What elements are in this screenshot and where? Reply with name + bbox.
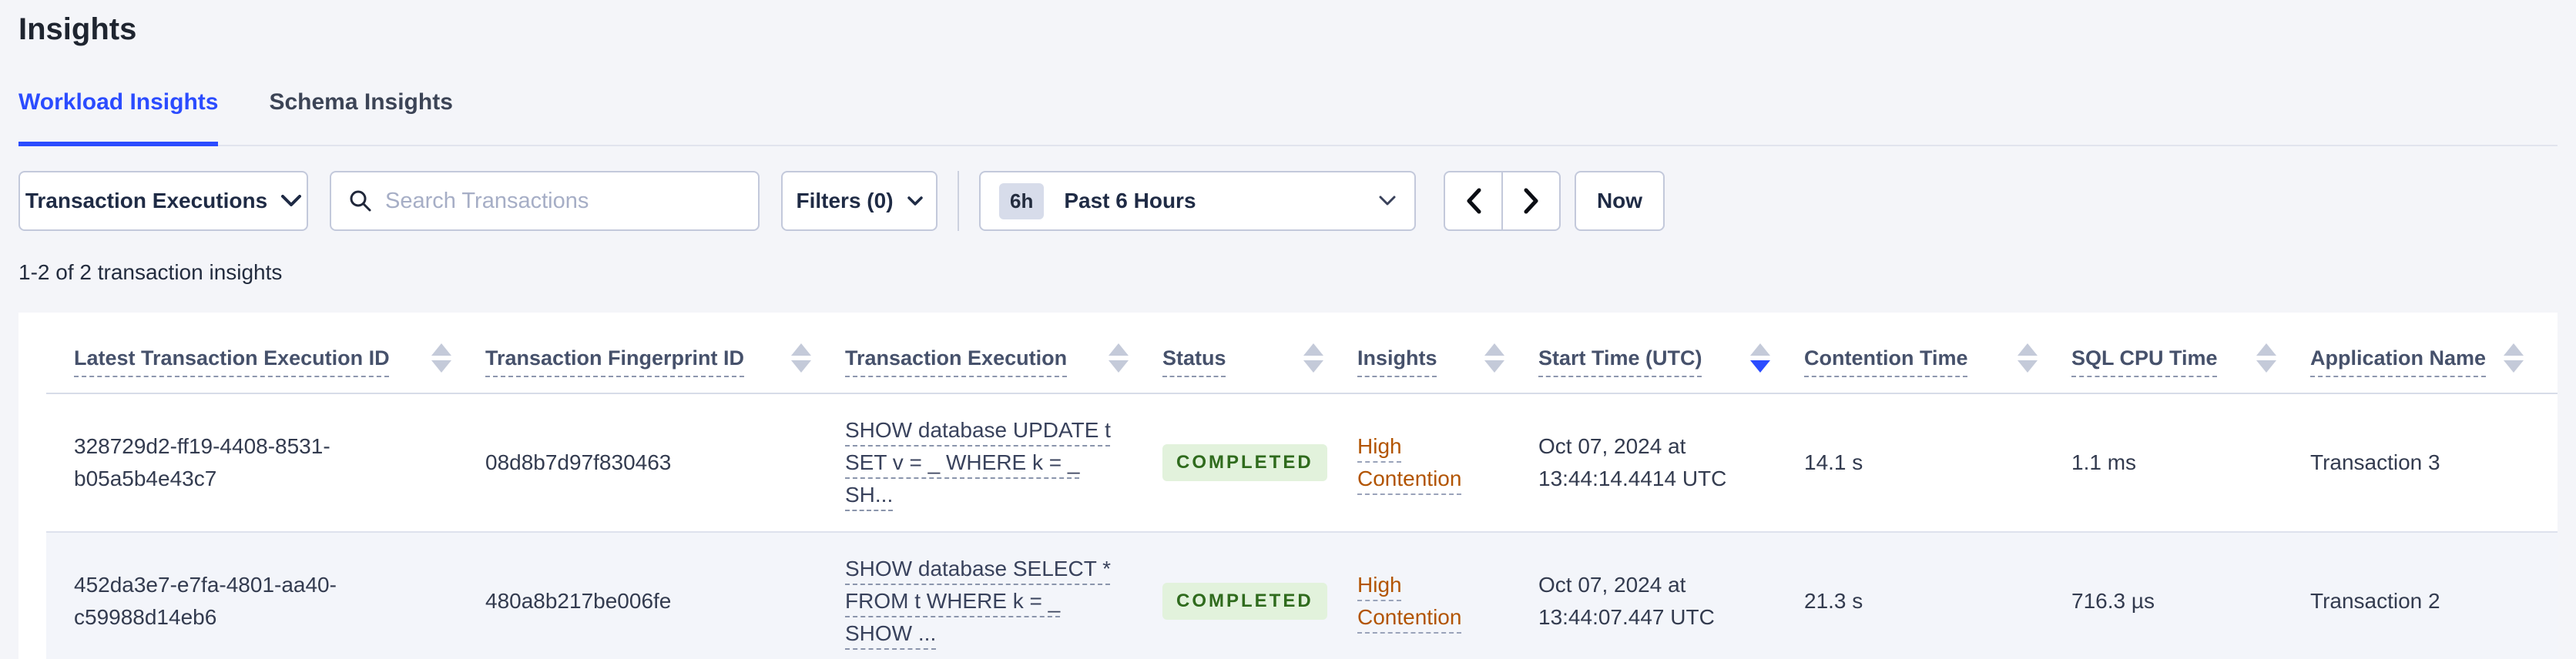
search-input[interactable] <box>385 188 741 214</box>
now-button[interactable]: Now <box>1575 171 1665 231</box>
transaction-type-dropdown[interactable]: Transaction Executions <box>18 171 308 231</box>
time-range-label: Past 6 Hours <box>1064 189 1196 212</box>
cell-value: 21.3 s <box>1804 589 1863 613</box>
sort-arrows-icon[interactable] <box>2018 343 2038 373</box>
column-header-latest-transaction-execution-id[interactable]: Latest Transaction Execution ID <box>46 313 485 393</box>
column-label: Transaction Fingerprint ID <box>485 346 745 370</box>
chevron-down-icon <box>281 195 302 207</box>
column-label: Insights <box>1357 346 1437 370</box>
toolbar-divider <box>958 171 959 231</box>
transaction-execution-link[interactable]: SHOW database SELECT * FROM t WHERE k = … <box>845 557 1111 645</box>
column-label: Application Name <box>2310 346 2487 370</box>
cell-value: Oct 07, 2024 at 13:44:14.4414 UTC <box>1538 434 1727 490</box>
column-header-start-time-utc[interactable]: Start Time (UTC) <box>1538 313 1804 393</box>
time-pager <box>1444 171 1561 231</box>
tab-workload-insights[interactable]: Workload Insights <box>18 89 219 146</box>
cell-execution: SHOW database UPDATE t SET v = _ WHERE k… <box>845 393 1162 532</box>
cell-fingerprint-id: 480a8b217be006fe <box>485 532 845 659</box>
sort-arrows-icon[interactable] <box>431 343 451 373</box>
column-header-status[interactable]: Status <box>1162 313 1357 393</box>
status-badge: COMPLETED <box>1162 443 1327 482</box>
tab-label: Workload Insights <box>18 89 219 115</box>
column-label: Latest Transaction Execution ID <box>74 346 390 370</box>
column-header-transaction-execution[interactable]: Transaction Execution <box>845 313 1162 393</box>
cell-sql-cpu-time: 1.1 ms <box>2071 393 2310 532</box>
cell-value: 716.3 µs <box>2071 589 2155 613</box>
column-label: SQL CPU Time <box>2071 346 2218 370</box>
insight-link[interactable]: High Contention <box>1357 573 1461 629</box>
filters-dropdown[interactable]: Filters (0) <box>781 171 937 231</box>
tab-bar: Workload Insights Schema Insights <box>18 89 2558 146</box>
time-range-dropdown[interactable]: 6h Past 6 Hours <box>979 171 1416 231</box>
cell-execution-id: 452da3e7-e7fa-4801-aa40-c59988d14eb6 <box>46 532 485 659</box>
sort-arrows-icon[interactable] <box>2256 343 2276 373</box>
cell-execution: SHOW database SELECT * FROM t WHERE k = … <box>845 532 1162 659</box>
cell-value: 1.1 ms <box>2071 450 2137 474</box>
cell-value: 14.1 s <box>1804 450 1863 474</box>
now-label: Now <box>1596 189 1643 212</box>
chevron-down-icon <box>1379 196 1396 206</box>
cell-application: Transaction 3 <box>2310 393 2558 532</box>
cell-start-time: Oct 07, 2024 at 13:44:07.447 UTC <box>1538 532 1804 659</box>
transaction-type-label: Transaction Executions <box>25 189 268 212</box>
filters-label: Filters (0) <box>796 189 894 212</box>
cell-value: Transaction 2 <box>2310 589 2440 613</box>
column-header-transaction-fingerprint-id[interactable]: Transaction Fingerprint ID <box>485 313 845 393</box>
column-header-insights[interactable]: Insights <box>1357 313 1538 393</box>
column-label: Transaction Execution <box>845 346 1068 370</box>
page-title: Insights <box>18 12 137 46</box>
cell-status: COMPLETED <box>1162 393 1357 532</box>
table-row: 328729d2-ff19-4408-8531-b05a5b4e43c7 08d8… <box>46 393 2558 532</box>
status-badge: COMPLETED <box>1162 582 1327 621</box>
cell-execution-id: 328729d2-ff19-4408-8531-b05a5b4e43c7 <box>46 393 485 532</box>
cell-value: 08d8b7d97f830463 <box>485 450 672 474</box>
transaction-execution-link[interactable]: SHOW database UPDATE t SET v = _ WHERE k… <box>845 418 1111 507</box>
sort-arrows-icon[interactable] <box>1109 343 1129 373</box>
cell-sql-cpu-time: 716.3 µs <box>2071 532 2310 659</box>
tab-label: Schema Insights <box>269 89 453 115</box>
time-shortcut-badge: 6h <box>999 182 1045 219</box>
column-label: Start Time (UTC) <box>1538 346 1702 370</box>
chevron-left-icon <box>1465 188 1482 214</box>
tab-schema-insights[interactable]: Schema Insights <box>269 89 452 145</box>
sort-arrows-icon[interactable] <box>1484 343 1504 373</box>
column-label: Contention Time <box>1804 346 1968 370</box>
cell-value: 452da3e7-e7fa-4801-aa40-c59988d14eb6 <box>74 573 337 629</box>
toolbar: Transaction Executions Filters (0) 6h Pa… <box>18 171 2558 231</box>
cell-status: COMPLETED <box>1162 532 1357 659</box>
insights-page: Insights Workload Insights Schema Insigh… <box>0 0 2576 659</box>
table-row: 452da3e7-e7fa-4801-aa40-c59988d14eb6 480a… <box>46 532 2558 659</box>
chevron-right-icon <box>1523 188 1540 214</box>
insights-table-card: Latest Transaction Execution ID Transacti… <box>18 313 2558 659</box>
search-icon <box>348 189 373 213</box>
column-header-contention-time[interactable]: Contention Time <box>1804 313 2071 393</box>
cell-contention-time: 14.1 s <box>1804 393 2071 532</box>
insight-link[interactable]: High Contention <box>1357 434 1461 490</box>
time-prev-button[interactable] <box>1444 171 1503 231</box>
cell-contention-time: 21.3 s <box>1804 532 2071 659</box>
cell-value: 480a8b217be006fe <box>485 589 672 613</box>
cell-application: Transaction 2 <box>2310 532 2558 659</box>
sort-arrows-icon[interactable] <box>791 343 811 373</box>
results-summary: 1-2 of 2 transaction insights <box>18 260 283 284</box>
search-box <box>330 171 760 231</box>
cell-fingerprint-id: 08d8b7d97f830463 <box>485 393 845 532</box>
cell-value: Oct 07, 2024 at 13:44:07.447 UTC <box>1538 573 1715 629</box>
cell-value: 328729d2-ff19-4408-8531-b05a5b4e43c7 <box>74 434 330 490</box>
sort-arrows-icon[interactable] <box>1750 343 1770 373</box>
cell-start-time: Oct 07, 2024 at 13:44:14.4414 UTC <box>1538 393 1804 532</box>
cell-value: Transaction 3 <box>2310 450 2440 474</box>
sort-arrows-icon[interactable] <box>2504 343 2524 373</box>
column-header-sql-cpu-time[interactable]: SQL CPU Time <box>2071 313 2310 393</box>
sort-arrows-icon[interactable] <box>1303 343 1323 373</box>
insights-table: Latest Transaction Execution ID Transacti… <box>46 313 2558 659</box>
time-next-button[interactable] <box>1501 171 1561 231</box>
cell-insights: High Contention <box>1357 393 1538 532</box>
column-header-application-name[interactable]: Application Name <box>2310 313 2558 393</box>
column-label: Status <box>1162 346 1226 370</box>
table-header-row: Latest Transaction Execution ID Transacti… <box>46 313 2558 393</box>
chevron-down-icon <box>907 196 923 206</box>
cell-insights: High Contention <box>1357 532 1538 659</box>
